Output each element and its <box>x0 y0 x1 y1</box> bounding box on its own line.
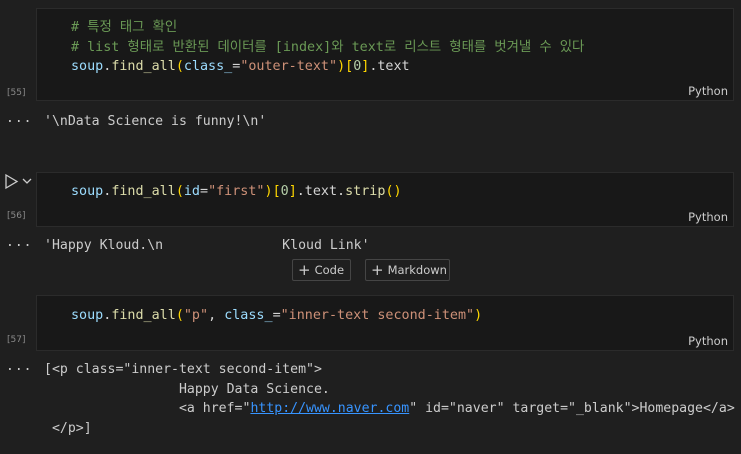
add-markdown-label: Markdown <box>387 263 447 277</box>
chevron-down-icon <box>22 178 32 184</box>
cell-language-label[interactable]: Python <box>688 210 728 224</box>
code-token: find_all <box>111 308 176 323</box>
code-token: ( <box>175 59 184 74</box>
output-menu-icon[interactable]: ... <box>6 235 32 250</box>
code-token: "first" <box>208 184 265 199</box>
code-token: id <box>183 184 200 199</box>
add-markdown-cell-button[interactable]: + Markdown <box>365 259 450 281</box>
code-comment: # list 형태로 반환된 데이터를 [index]와 text로 리스트 형… <box>71 39 585 55</box>
output-link[interactable]: http://www.naver.com <box>250 401 409 416</box>
code-token: 0 <box>280 184 289 199</box>
code-token: strip <box>345 184 386 199</box>
code-token: ( <box>175 184 184 199</box>
code-cell-55[interactable]: # 특정 태그 확인 # list 형태로 반환된 데이터를 [index]와 … <box>36 8 734 101</box>
code-editor[interactable]: soup.find_all(id="first")[0].text.strip(… <box>71 182 402 202</box>
code-token: = <box>272 308 281 323</box>
code-token: class_ <box>224 308 273 323</box>
output-line: Happy Data Science. <box>44 381 330 397</box>
code-token: = <box>200 184 209 199</box>
execution-count: [56] <box>7 211 26 221</box>
code-token: "inner-text second-item" <box>280 308 475 323</box>
code-token: ( <box>175 308 184 323</box>
code-token: [ <box>272 184 281 199</box>
run-cell-icon[interactable] <box>4 174 36 190</box>
code-token: ] <box>288 184 297 199</box>
cell-language-label[interactable]: Python <box>688 334 728 348</box>
execution-count: [55] <box>7 88 26 98</box>
code-token: [ <box>345 59 354 74</box>
code-token: "p" <box>183 308 209 323</box>
code-token: , <box>208 308 225 323</box>
output-line: " id="naver" target="_blank">Homepage</a… <box>409 401 735 416</box>
code-token: ) <box>474 308 483 323</box>
cell-language-label[interactable]: Python <box>688 84 728 98</box>
output-line: [<p class="inner-text second-item"> <box>44 362 322 377</box>
output-line: </p>] <box>44 420 92 436</box>
code-comment: # 특정 태그 확인 <box>71 20 178 35</box>
code-token: ) <box>337 59 346 74</box>
code-cell-57[interactable]: soup.find_all("p", class_="inner-text se… <box>36 295 734 351</box>
plus-icon: + <box>298 260 311 279</box>
plus-icon: + <box>371 260 384 279</box>
cell-output: '\nData Science is funny!\n' <box>44 114 267 129</box>
execution-count: [57] <box>7 335 26 345</box>
code-token: soup <box>71 184 104 199</box>
code-editor[interactable]: # 특정 태그 확인 # list 형태로 반환된 데이터를 [index]와 … <box>71 18 584 77</box>
cell-output: 'Happy Kloud.\n Kloud Link' <box>44 238 370 253</box>
code-token: soup <box>71 59 104 74</box>
code-token: .text <box>369 59 410 74</box>
code-token: .text. <box>296 184 346 199</box>
output-menu-icon[interactable]: ... <box>6 111 32 126</box>
code-token: "outer-text" <box>240 59 338 74</box>
output-menu-icon[interactable]: ... <box>6 359 32 374</box>
code-token: find_all <box>111 184 176 199</box>
add-code-label: Code <box>314 263 345 277</box>
output-line: <a href=" <box>44 401 251 416</box>
code-token: soup <box>71 308 104 323</box>
code-cell-56[interactable]: soup.find_all(id="first")[0].text.strip(… <box>36 172 734 227</box>
add-code-cell-button[interactable]: + Code <box>292 259 351 281</box>
code-editor[interactable]: soup.find_all("p", class_="inner-text se… <box>71 306 482 326</box>
code-token: class_ <box>183 59 233 74</box>
code-token: () <box>385 184 402 199</box>
cell-output: [<p class="inner-text second-item"> Happ… <box>44 360 735 438</box>
code-token: ) <box>264 184 273 199</box>
code-token: find_all <box>111 59 176 74</box>
